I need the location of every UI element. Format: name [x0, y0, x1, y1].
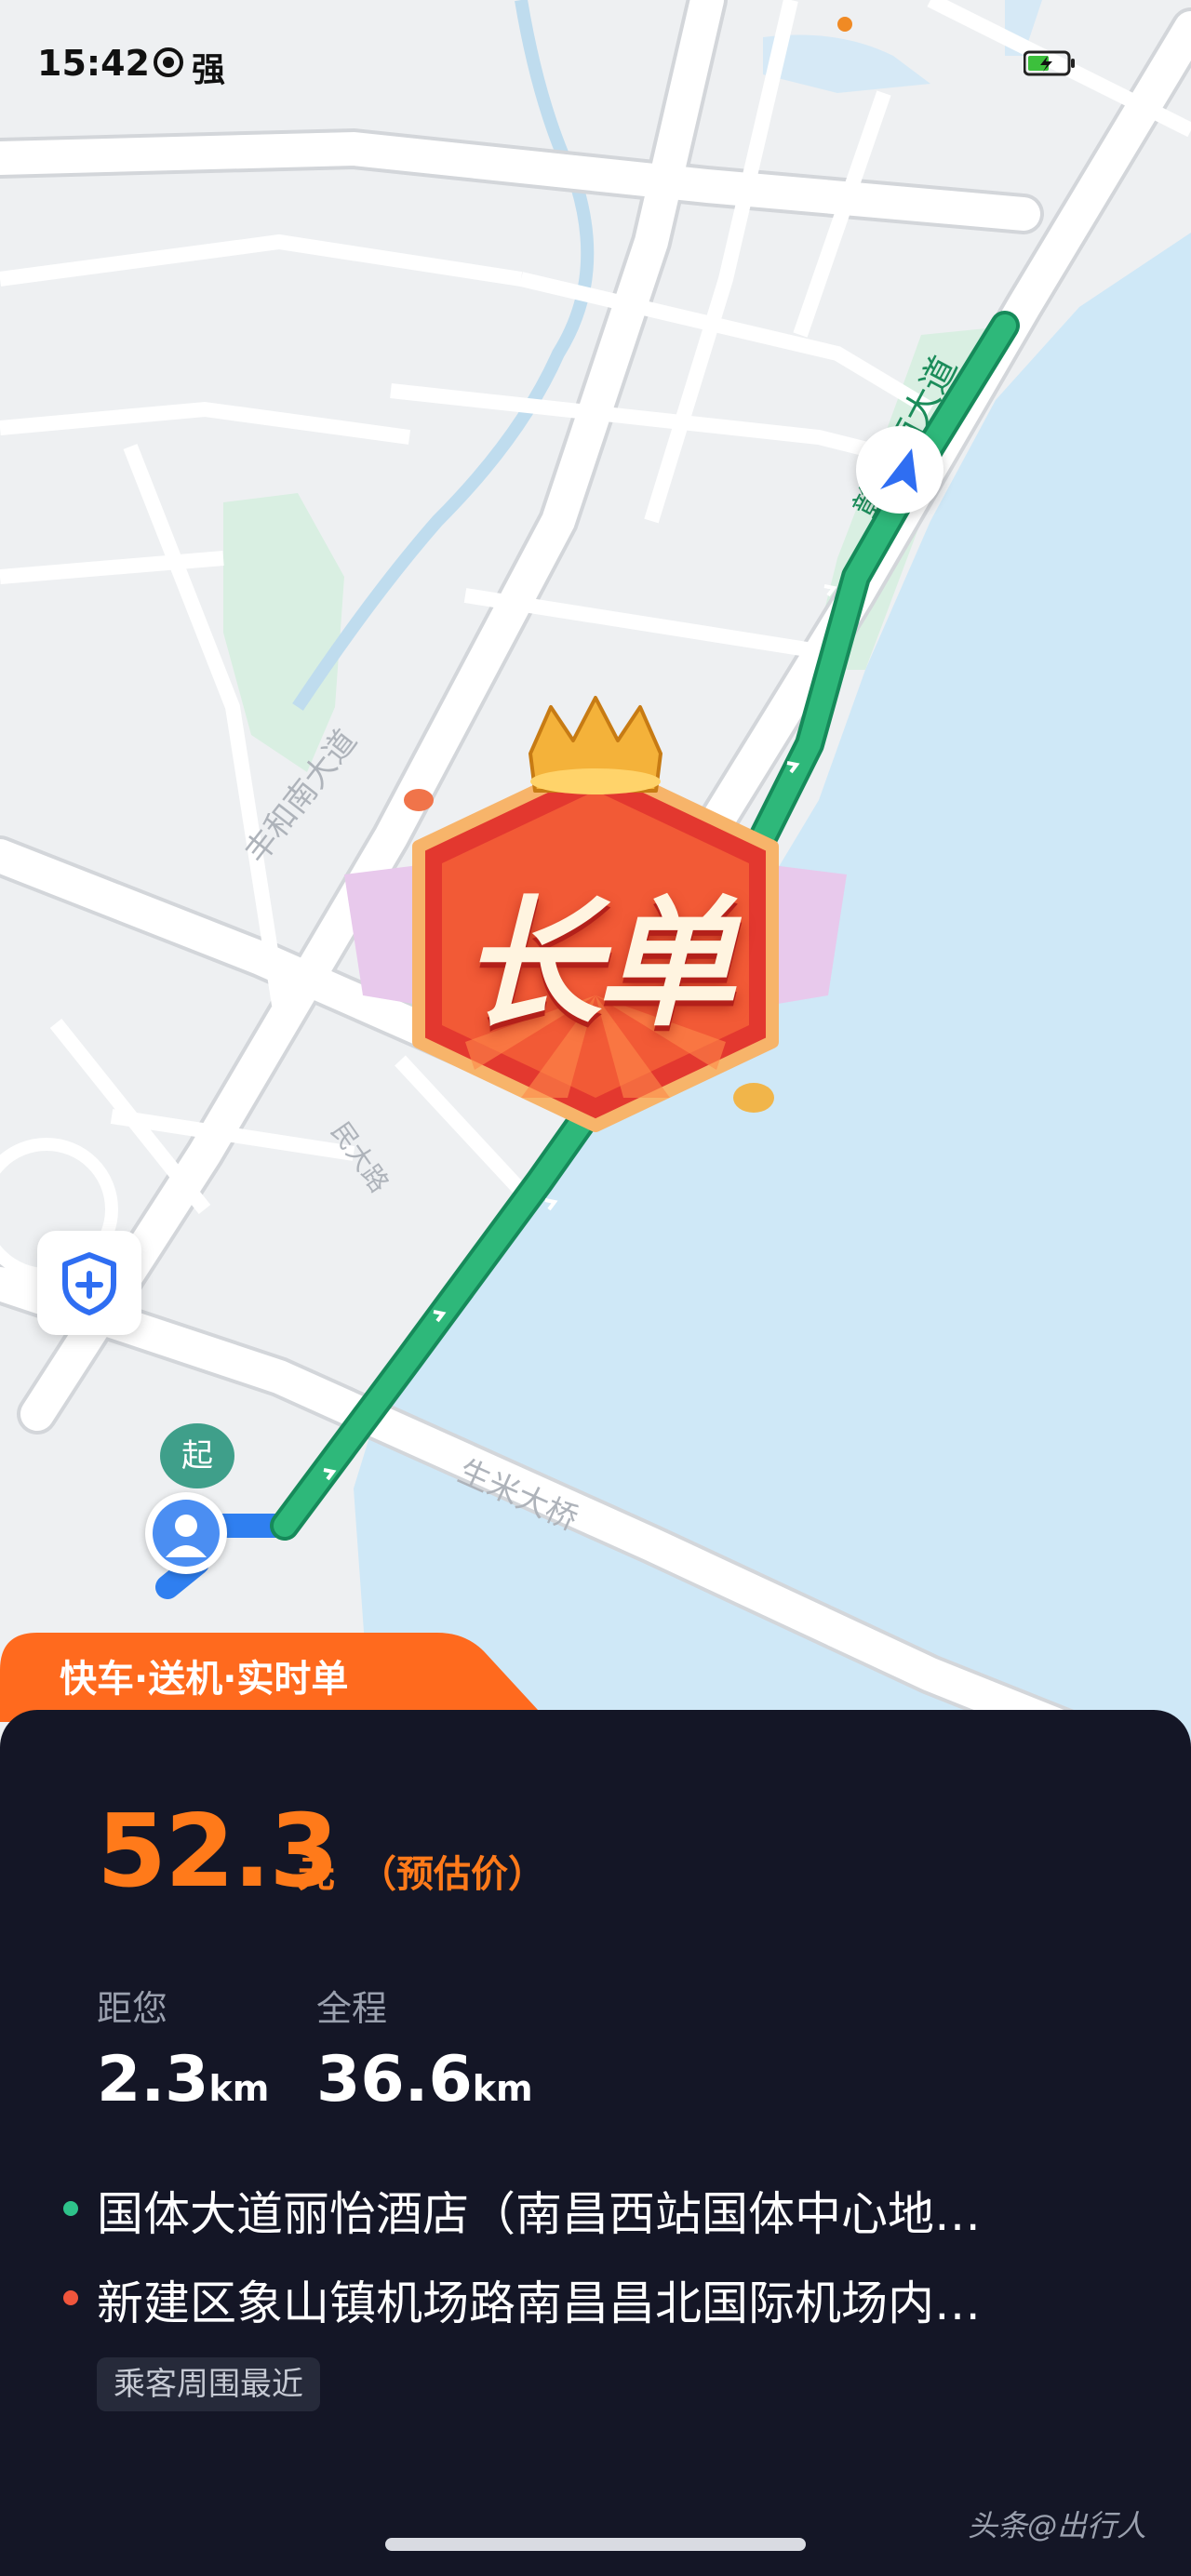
distance-number: 2.3: [97, 2043, 209, 2116]
distance-value: 2.3km: [97, 2043, 269, 2116]
distance-unit: km: [208, 2068, 270, 2109]
order-type-tag: 快车·送机·实时单: [60, 1658, 349, 1701]
price-unit: 元: [298, 1853, 335, 1896]
price-note: （预估价）: [359, 1853, 545, 1896]
safety-shield-button[interactable]: [37, 1231, 141, 1335]
navigation-arrow-icon: [880, 448, 917, 493]
pickup-dot: [63, 2201, 78, 2216]
distance-label: 距您: [97, 1988, 168, 2029]
status-bar: 15:42 强: [0, 0, 1191, 130]
home-indicator[interactable]: [385, 2538, 806, 2551]
signal-icon: [154, 47, 183, 77]
total-distance-label: 全程: [316, 1988, 388, 2029]
start-marker-badge: 起: [160, 1423, 234, 1488]
shield-plus-icon: [62, 1252, 116, 1315]
network-strength: 强: [192, 51, 226, 89]
watermark: 头条@出行人: [968, 2508, 1147, 2543]
pickup-address[interactable]: 国体大道丽怡酒店（南昌西站国体中心地…: [97, 2177, 981, 2244]
nearest-passenger-chip: 乘客周围最近: [97, 2357, 320, 2411]
navigation-arrow-marker: [856, 426, 943, 514]
status-time: 15:42: [37, 43, 150, 84]
total-distance-unit: km: [472, 2068, 533, 2109]
total-distance-value: 36.6km: [316, 2043, 533, 2116]
dropoff-dot: [63, 2290, 78, 2305]
privacy-indicator-dot: [837, 17, 852, 32]
battery-charging-icon: [1024, 50, 1075, 76]
total-distance-number: 36.6: [316, 2043, 473, 2116]
passenger-avatar[interactable]: [145, 1492, 227, 1574]
user-icon: [153, 1500, 220, 1567]
long-order-label: 长单: [461, 884, 735, 1046]
dropoff-address[interactable]: 新建区象山镇机场路南昌昌北国际机场内…: [97, 2266, 981, 2333]
